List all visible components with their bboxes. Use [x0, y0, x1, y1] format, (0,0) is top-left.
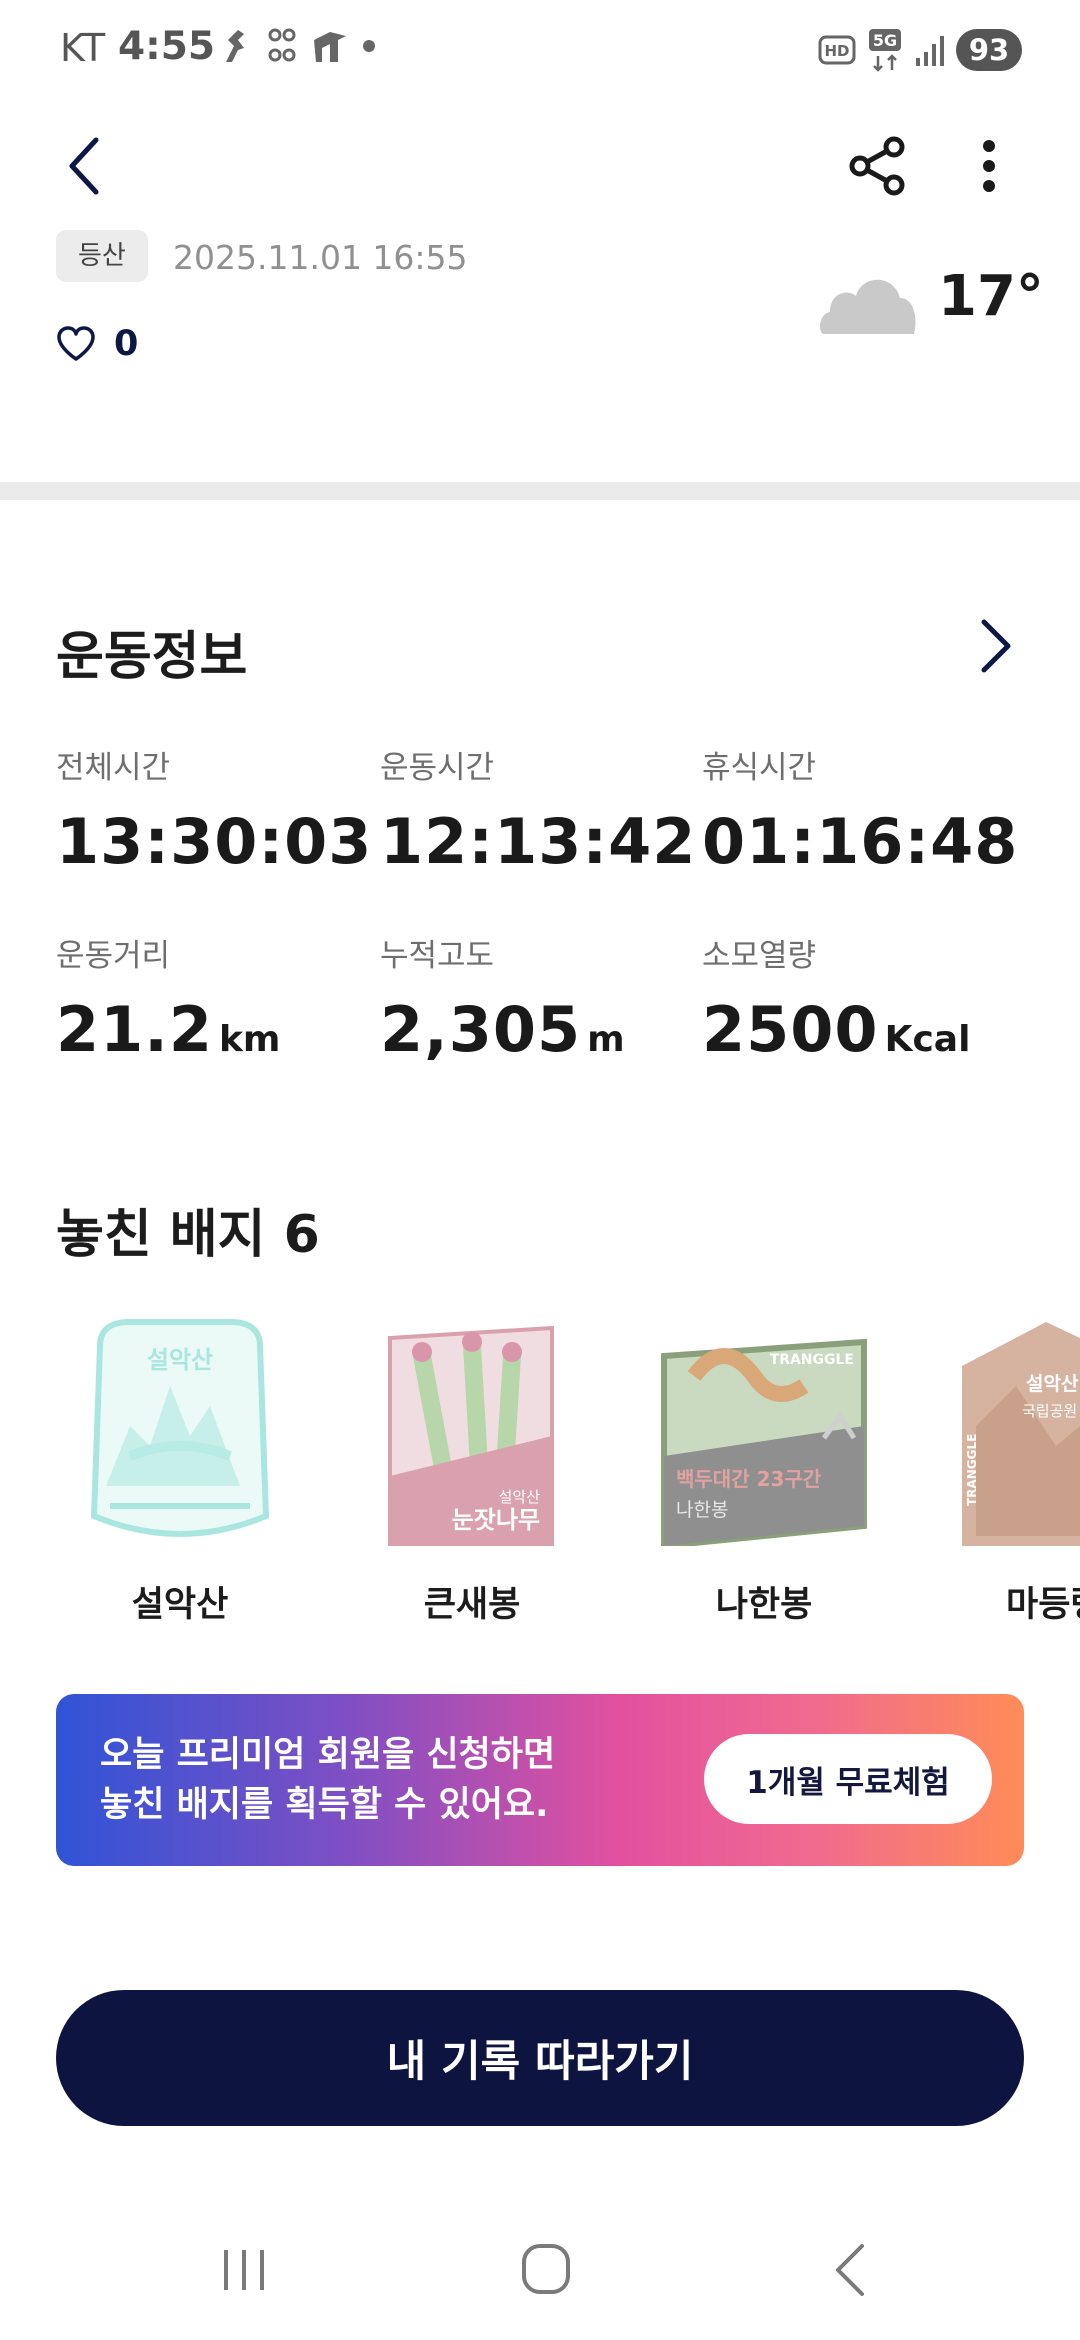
running-app-icon: [226, 30, 244, 62]
stat-label: 휴식시간: [702, 750, 817, 786]
badge-name: 나한봉: [715, 1585, 813, 1625]
badge-name: 설악산: [131, 1585, 229, 1625]
tranggle-app-icon: [314, 32, 346, 62]
hd-voice-icon: HD: [818, 35, 856, 65]
free-trial-button[interactable]: 1개월 무료체험: [704, 1734, 992, 1824]
stat-value: 2,305 m: [380, 993, 625, 1066]
battery-indicator: 93: [956, 29, 1022, 71]
system-back-button[interactable]: [830, 2242, 870, 2298]
share-button[interactable]: [842, 130, 914, 202]
badge-item[interactable]: 설악산 눈잣나무 큰새봉: [352, 1316, 592, 1627]
svg-text:눈잣나무: 눈잣나무: [452, 1506, 540, 1534]
more-vertical-icon: [983, 140, 995, 192]
back-button[interactable]: [52, 128, 116, 204]
badge-image-madeungnyeong: 설악산 국립공원 TRANGGLE: [936, 1316, 1080, 1546]
stat-value: 21.2 km: [56, 993, 281, 1066]
status-bar: KT 4:55 HD 5G 93: [0, 0, 1080, 100]
chevron-left-icon: [69, 137, 99, 195]
heart-icon: [57, 326, 95, 361]
badge-item[interactable]: TRANGGLE 백두대간 23구간 나한봉 나한봉: [644, 1316, 884, 1627]
section-divider: [0, 482, 1080, 500]
notification-icons: [218, 24, 376, 68]
promo-line-1: 오늘 프리미엄 회원을 신청하면: [100, 1735, 556, 1775]
temperature: 17°: [938, 264, 1044, 329]
carrier-label: KT: [60, 26, 106, 70]
chevron-right-icon: [981, 619, 1011, 673]
stat-value: 13:30:03: [56, 805, 373, 878]
svg-text:백두대간 23구간: 백두대간 23구간: [676, 1467, 822, 1491]
svg-text:TRANGGLE: TRANGGLE: [965, 1434, 979, 1506]
premium-promo-banner[interactable]: 오늘 프리미엄 회원을 신청하면 놓친 배지를 획득할 수 있어요. 1개월 무…: [56, 1694, 1024, 1866]
follow-my-record-button[interactable]: 내 기록 따라가기: [56, 1990, 1024, 2126]
back-arrow-icon: [836, 2244, 864, 2296]
system-status-icons: HD 5G 93: [818, 24, 1022, 76]
svg-text:설악산: 설악산: [499, 1488, 541, 1506]
stats-detail-button[interactable]: [974, 612, 1018, 680]
activity-category-tag: 등산: [56, 230, 148, 282]
svg-text:5G: 5G: [873, 31, 897, 50]
stat-label: 운동시간: [380, 750, 495, 786]
svg-text:HD: HD: [824, 42, 849, 60]
recents-button[interactable]: [218, 2248, 270, 2292]
svg-text:설악산: 설악산: [147, 1346, 213, 1374]
like-count: 0: [114, 324, 139, 364]
activity-datetime: 2025.11.01 16:55: [173, 238, 468, 277]
svg-text:설악산: 설악산: [1026, 1373, 1079, 1395]
stat-value: 2500 Kcal: [702, 993, 971, 1066]
stat-rest-time: 휴식시간 01:16:48: [702, 742, 1018, 878]
like-button[interactable]: 0: [56, 316, 138, 372]
badge-item[interactable]: 설악산 설악산: [60, 1316, 300, 1627]
dot-icon: [363, 40, 375, 52]
stat-value: 01:16:48: [702, 805, 1019, 878]
missed-badges-title: 놓친 배지 6: [56, 1205, 320, 1265]
share-icon: [849, 136, 905, 196]
badge-name: 큰새봉: [423, 1585, 521, 1625]
stats-section-title: 운동정보: [56, 627, 248, 687]
stat-unit: km: [218, 1019, 281, 1060]
promo-text: 오늘 프리미엄 회원을 신청하면 놓친 배지를 획득할 수 있어요.: [100, 1730, 555, 1830]
promo-line-2: 놓친 배지를 획득할 수 있어요.: [100, 1785, 549, 1825]
app-notification-icon: [268, 28, 296, 62]
stat-value: 12:13:42: [380, 805, 697, 878]
svg-text:TRANGGLE: TRANGGLE: [770, 1352, 854, 1368]
signal-icon: [916, 36, 944, 66]
cloud-icon: [818, 268, 918, 336]
stat-elevation: 누적고도 2,305 m: [380, 930, 625, 1066]
stat-label: 전체시간: [56, 750, 171, 786]
stat-label: 누적고도: [380, 938, 495, 974]
stat-distance: 운동거리 21.2 km: [56, 930, 280, 1066]
stat-total-time: 전체시간 13:30:03: [56, 742, 372, 878]
svg-text:국립공원: 국립공원: [1022, 1402, 1077, 1420]
svg-text:나한봉: 나한봉: [676, 1499, 728, 1521]
stat-calories: 소모열량 2500 Kcal: [702, 930, 970, 1066]
5g-data-icon: 5G: [869, 29, 901, 72]
stat-label: 소모열량: [702, 938, 817, 974]
home-button[interactable]: [520, 2242, 572, 2296]
stat-unit: Kcal: [884, 1019, 971, 1060]
home-icon: [522, 2244, 570, 2294]
stat-label: 운동거리: [56, 938, 171, 974]
badge-name: 마등령: [1006, 1585, 1080, 1625]
clock: 4:55: [118, 24, 216, 69]
stat-exercise-time: 운동시간 12:13:42: [380, 742, 696, 878]
stat-unit: m: [587, 1019, 625, 1060]
badge-item[interactable]: 설악산 국립공원 TRANGGLE 마등령: [936, 1316, 1080, 1627]
badge-image-nahanbong: TRANGGLE 백두대간 23구간 나한봉: [654, 1316, 874, 1550]
badge-image-seoraksan: 설악산: [70, 1316, 290, 1546]
badge-image-keunsaebong: 설악산 눈잣나무: [362, 1316, 582, 1548]
more-options-button[interactable]: [958, 130, 1020, 202]
recents-icon: [224, 2250, 264, 2290]
